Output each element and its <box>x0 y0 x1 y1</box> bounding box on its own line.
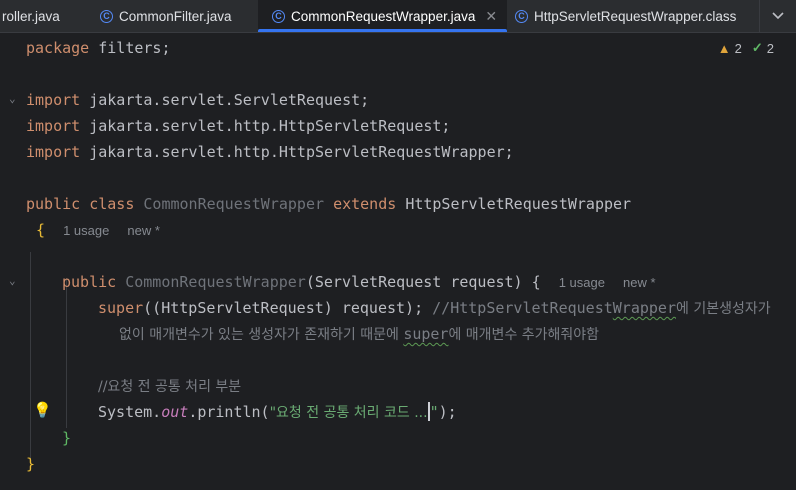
tab-http-servlet-request-wrapper-class[interactable]: C HttpServletRequestWrapper.class <box>515 0 736 32</box>
code-line-11: super((HttpServletRequest) request); //H… <box>98 299 771 317</box>
code-line-13: //요청 전 공통 처리 부분 <box>98 379 242 395</box>
code-line-1: package filters; <box>26 39 171 57</box>
code-line-14: System.out.println("요청 전 공통 처리 코드 ... "); <box>98 402 457 421</box>
fold-arrow-icon[interactable]: ⌄ <box>9 274 16 287</box>
tab-roller-java[interactable]: roller.java <box>0 0 60 32</box>
inspection-widget[interactable]: ▲ 2 ✓ 2 <box>718 40 774 56</box>
author-hint[interactable]: new * <box>127 223 160 238</box>
warning-count: 2 <box>734 40 742 56</box>
tab-list-chevron-down-icon[interactable] <box>759 0 796 32</box>
tab-label: HttpServletRequestWrapper.class <box>534 8 737 24</box>
usage-hint[interactable]: 1 usage <box>63 223 109 238</box>
code-editor[interactable]: ▲ 2 ✓ 2 package filters; ⌄ import jakart… <box>0 33 796 490</box>
code-line-4: import jakarta.servlet.http.HttpServletR… <box>26 117 451 135</box>
fold-arrow-icon[interactable]: ⌄ <box>9 92 16 105</box>
tab-label: roller.java <box>2 8 60 24</box>
code-line-8: { 1 usage new * <box>36 221 160 239</box>
editor-tab-bar: roller.java C CommonFilter.java C Common… <box>0 0 796 33</box>
lightbulb-icon[interactable]: 💡 <box>33 401 52 419</box>
close-icon[interactable]: ✕ <box>485 8 497 25</box>
tab-common-filter-java[interactable]: C CommonFilter.java <box>100 0 232 32</box>
tab-common-request-wrapper-java[interactable]: C CommonRequestWrapper.java ✕ <box>258 0 508 32</box>
usage-hint[interactable]: 1 usage <box>559 275 605 290</box>
tab-label: CommonFilter.java <box>119 8 232 24</box>
code-line-15: } <box>62 429 72 447</box>
indent-guide <box>30 252 31 460</box>
active-tab-indicator <box>258 29 508 32</box>
author-hint[interactable]: new * <box>623 275 656 290</box>
code-line-7: public class CommonRequestWrapper extend… <box>26 195 632 213</box>
weak-warning-icon: ✓ <box>751 40 763 55</box>
weak-warning-count: 2 <box>766 40 774 56</box>
class-icon: C <box>515 9 528 23</box>
warning-icon: ▲ <box>717 40 731 56</box>
code-line-16: } <box>26 455 36 473</box>
code-line-10: public CommonRequestWrapper(ServletReque… <box>62 273 656 291</box>
code-line-5: import jakarta.servlet.http.HttpServletR… <box>26 143 514 161</box>
class-icon: C <box>272 9 285 23</box>
tab-label: CommonRequestWrapper.java <box>291 8 476 24</box>
indent-guide <box>66 278 67 428</box>
class-icon: C <box>100 9 113 23</box>
code-line-3: import jakarta.servlet.ServletRequest; <box>26 91 370 109</box>
code-line-11-wrap: 없이 매개변수가 있는 생성자가 존재하기 때문에 super에 매개변수 추가… <box>119 325 600 343</box>
